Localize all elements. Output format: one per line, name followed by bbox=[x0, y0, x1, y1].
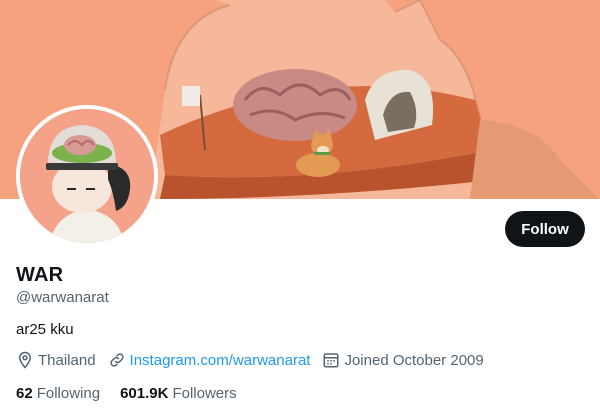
website-link[interactable]: Instagram.com/warwanarat bbox=[130, 352, 311, 369]
display-name: WAR bbox=[16, 264, 64, 286]
following-link[interactable]: 62 Following bbox=[16, 385, 100, 402]
following-label: Following bbox=[36, 385, 101, 402]
location-item: Thailand bbox=[16, 351, 96, 369]
followers-link[interactable]: 601.9K Followers bbox=[120, 385, 237, 402]
joined-text: Joined October 2009 bbox=[344, 351, 484, 369]
followers-count: 601.9K bbox=[120, 385, 169, 402]
following-count: 62 bbox=[16, 385, 33, 402]
followers-label: Followers bbox=[172, 385, 237, 402]
location-text: Thailand bbox=[38, 351, 96, 369]
calendar-icon bbox=[323, 353, 339, 368]
user-handle: @warwanarat bbox=[16, 289, 109, 306]
follow-button[interactable]: Follow bbox=[505, 211, 585, 247]
avatar[interactable] bbox=[16, 105, 158, 247]
bio-text: ar25 kku bbox=[16, 321, 74, 338]
profile-stats: 62 Following 601.9K Followers bbox=[16, 385, 257, 402]
profile-header: Follow WAR @warwanarat ar25 kku Thailand… bbox=[0, 0, 600, 417]
profile-meta: Thailand Instagram.com/warwanarat Joined… bbox=[16, 351, 496, 369]
joined-item: Joined October 2009 bbox=[322, 351, 484, 369]
link-icon bbox=[109, 353, 124, 367]
location-pin-icon bbox=[18, 351, 32, 369]
website-item: Instagram.com/warwanarat bbox=[108, 351, 311, 369]
